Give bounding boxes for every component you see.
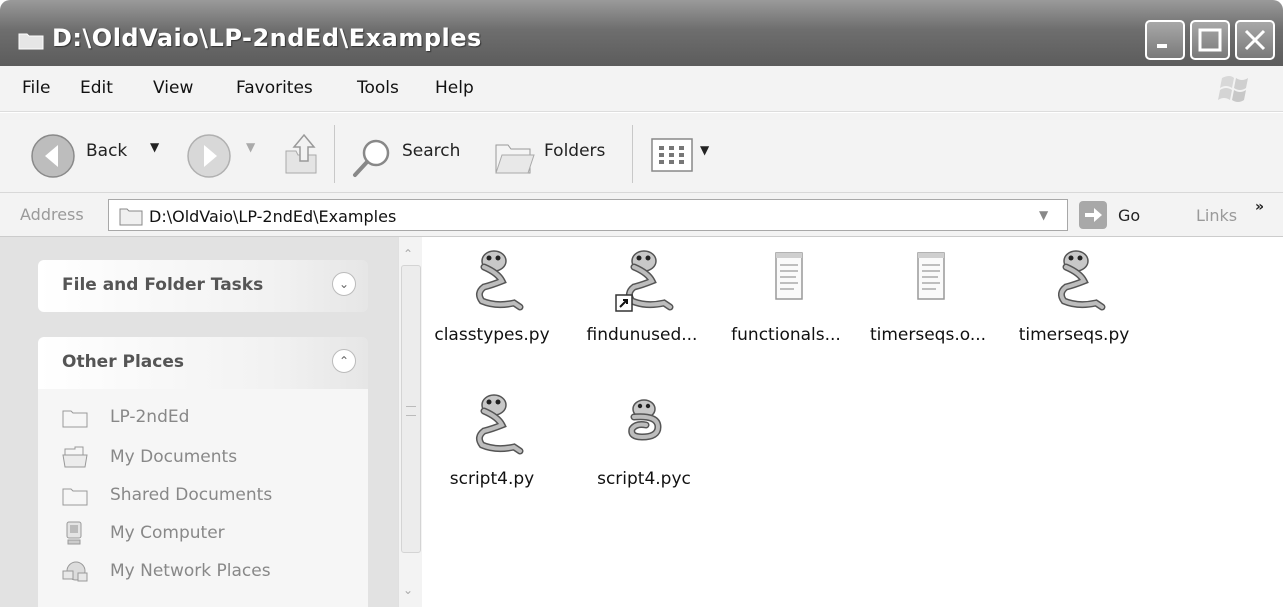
other-places-title: Other Places <box>62 352 184 372</box>
back-dropdown-icon[interactable]: ▼ <box>150 140 159 154</box>
python-file-icon <box>1057 250 1106 311</box>
forward-icon[interactable] <box>186 133 232 179</box>
menu-edit[interactable]: Edit <box>80 78 113 98</box>
address-dropdown-icon[interactable]: ▼ <box>1039 208 1048 222</box>
folder-icon <box>18 33 44 50</box>
folders-icon[interactable] <box>492 137 538 177</box>
maximize-button[interactable] <box>1190 20 1230 60</box>
links-chevron-icon[interactable]: » <box>1255 199 1264 215</box>
address-bar: Address D:\OldVaio\LP-2ndEd\Examples ▼ G… <box>0 193 1283 237</box>
folder-icon <box>119 208 143 226</box>
file-name[interactable]: timerseqs.py <box>1004 325 1144 345</box>
go-arrow-icon[interactable] <box>1078 200 1108 230</box>
python-compiled-icon <box>628 399 662 441</box>
python-file-icon <box>475 394 524 455</box>
search-button-label[interactable]: Search <box>402 141 460 161</box>
other-places-list: LP-2ndEd My Documents Shared Documents M… <box>38 389 368 607</box>
place-label[interactable]: My Documents <box>110 447 237 467</box>
vertical-scrollbar[interactable]: ⌃ ⌄ <box>398 237 422 607</box>
toolbar-separator <box>334 125 335 183</box>
my-documents-icon <box>62 446 88 468</box>
up-folder-icon[interactable] <box>278 131 324 177</box>
folder-icon <box>62 488 88 506</box>
address-input[interactable]: D:\OldVaio\LP-2ndEd\Examples ▼ <box>108 199 1068 231</box>
window-title: D:\OldVaio\LP-2ndEd\Examples <box>52 24 482 52</box>
file-name[interactable]: findunused... <box>572 325 712 345</box>
minimize-button[interactable] <box>1145 20 1185 60</box>
file-folder-tasks-header[interactable]: File and Folder Tasks ⌄ <box>38 260 368 312</box>
windows-logo-icon <box>1218 76 1248 102</box>
address-value[interactable]: D:\OldVaio\LP-2ndEd\Examples <box>149 207 396 226</box>
title-bar[interactable]: D:\OldVaio\LP-2ndEd\Examples <box>0 0 1283 66</box>
file-name[interactable]: script4.pyc <box>574 469 714 489</box>
links-label[interactable]: Links <box>1196 206 1237 225</box>
file-name[interactable]: functionals... <box>716 325 856 345</box>
go-button-label[interactable]: Go <box>1118 206 1140 225</box>
toolbar: Back ▼ ▼ Search Folders ▼ <box>0 113 1283 193</box>
file-name[interactable]: timerseqs.o... <box>858 325 998 345</box>
file-folder-tasks-title: File and Folder Tasks <box>62 275 264 295</box>
menu-view[interactable]: View <box>153 78 193 98</box>
place-label[interactable]: LP-2ndEd <box>110 407 189 427</box>
text-file-icon <box>917 252 945 300</box>
menu-file[interactable]: File <box>22 78 50 98</box>
scroll-thumb[interactable] <box>401 265 421 553</box>
scroll-up-icon[interactable]: ⌃ <box>403 247 413 261</box>
menu-help[interactable]: Help <box>435 78 474 98</box>
file-item[interactable]: findunused... <box>572 243 712 373</box>
other-places-header[interactable]: Other Places ⌃ <box>38 337 368 389</box>
network-places-icon <box>62 561 88 582</box>
file-view: classtypes.py findunused... functionals.… <box>422 237 1283 607</box>
back-button-label[interactable]: Back <box>86 141 127 161</box>
views-icon[interactable] <box>650 135 698 175</box>
menu-tools[interactable]: Tools <box>357 78 399 98</box>
python-shortcut-icon <box>615 250 674 312</box>
expand-chevron-icon[interactable]: ⌄ <box>332 272 356 296</box>
python-file-icon <box>475 250 524 311</box>
file-name[interactable]: classtypes.py <box>422 325 562 345</box>
file-item[interactable]: timerseqs.py <box>1004 243 1144 373</box>
place-label[interactable]: My Network Places <box>110 561 271 581</box>
scroll-down-icon[interactable]: ⌄ <box>403 583 413 597</box>
search-icon[interactable] <box>350 137 394 181</box>
file-name[interactable]: script4.py <box>422 469 562 489</box>
text-file-icon <box>775 252 803 300</box>
place-label[interactable]: Shared Documents <box>110 485 272 505</box>
forward-dropdown-icon[interactable]: ▼ <box>246 140 255 154</box>
back-icon[interactable] <box>30 133 76 179</box>
address-label: Address <box>20 205 84 224</box>
file-item[interactable]: script4.pyc <box>574 387 714 517</box>
file-item[interactable]: script4.py <box>422 387 562 517</box>
menu-favorites[interactable]: Favorites <box>236 78 313 98</box>
menu-bar: File Edit View Favorites Tools Help <box>0 66 1283 112</box>
my-computer-icon <box>66 521 82 545</box>
views-dropdown-icon[interactable]: ▼ <box>700 143 709 157</box>
scroll-grip-icon <box>406 406 416 416</box>
file-item[interactable]: classtypes.py <box>422 243 562 373</box>
close-button[interactable] <box>1235 20 1275 60</box>
place-label[interactable]: My Computer <box>110 523 225 543</box>
collapse-chevron-icon[interactable]: ⌃ <box>332 349 356 373</box>
file-item[interactable]: timerseqs.o... <box>858 243 998 373</box>
file-item[interactable]: functionals... <box>716 243 856 373</box>
toolbar-separator <box>632 125 633 183</box>
folder-icon <box>62 410 88 428</box>
folders-button-label[interactable]: Folders <box>544 141 605 161</box>
